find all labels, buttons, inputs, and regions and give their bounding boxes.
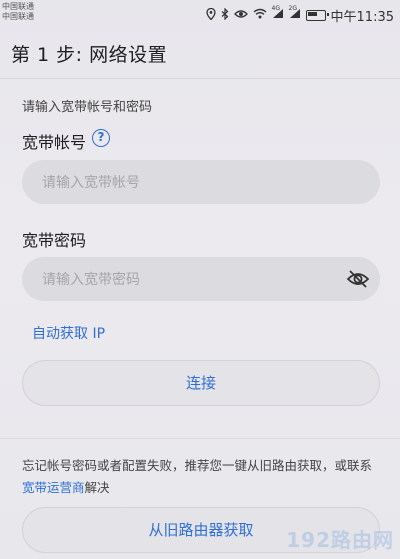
signal-icon-1: 4G (272, 5, 284, 24)
password-input[interactable] (40, 257, 344, 303)
account-label: 宽带帐号 (22, 133, 87, 152)
password-label: 宽带密码 (22, 231, 87, 250)
account-input[interactable] (40, 160, 344, 206)
isp-link[interactable]: 宽带运营商 (22, 480, 85, 495)
forgot-help-text: 忘记帐号密码或者配置失败，推荐您一键从旧路由获取，或联系宽带运营商解决 (22, 455, 382, 499)
network-setup-page: 中国联通 中国联通 4G 2G 中午11:35 第 1 步: 网络设置 请输入宽… (0, 0, 400, 559)
form-hint: 请输入宽带帐号和密码 (22, 100, 153, 115)
watermark: 192路由网 (286, 528, 394, 552)
carrier-info: 中国联通 中国联通 (2, 2, 34, 22)
status-icons: 4G 2G 中午11:35 (205, 5, 394, 25)
wifi-icon (253, 8, 267, 23)
eye-comfort-icon (233, 9, 248, 23)
battery-icon (305, 10, 329, 21)
eye-hidden-icon[interactable] (346, 268, 370, 290)
status-time: 中午11:35 (330, 10, 394, 25)
page-title: 第 1 步: 网络设置 (11, 44, 168, 66)
auto-ip-link[interactable]: 自动获取 IP (32, 323, 105, 343)
signal-1-label: 4G (271, 4, 280, 12)
header-divider (0, 78, 400, 79)
status-bar: 中国联通 中国联通 4G 2G 中午11:35 (0, 0, 400, 28)
connect-button[interactable]: 连接 (22, 360, 380, 406)
signal-2-label: 2G (288, 4, 297, 12)
forgot-text-part1: 忘记帐号密码或者配置失败，推荐您一键从旧路由获取，或联系 (22, 458, 373, 473)
carrier-2: 中国联通 (2, 12, 34, 21)
forgot-text-part2: 解决 (84, 480, 110, 495)
bluetooth-icon (221, 7, 229, 24)
password-field[interactable] (22, 257, 380, 303)
footer-divider (0, 438, 400, 439)
help-icon[interactable]: ? (92, 129, 110, 147)
account-field[interactable] (22, 160, 380, 206)
location-icon (205, 7, 216, 24)
carrier-1: 中国联通 (2, 2, 34, 11)
signal-icon-2: 2G (289, 5, 301, 24)
